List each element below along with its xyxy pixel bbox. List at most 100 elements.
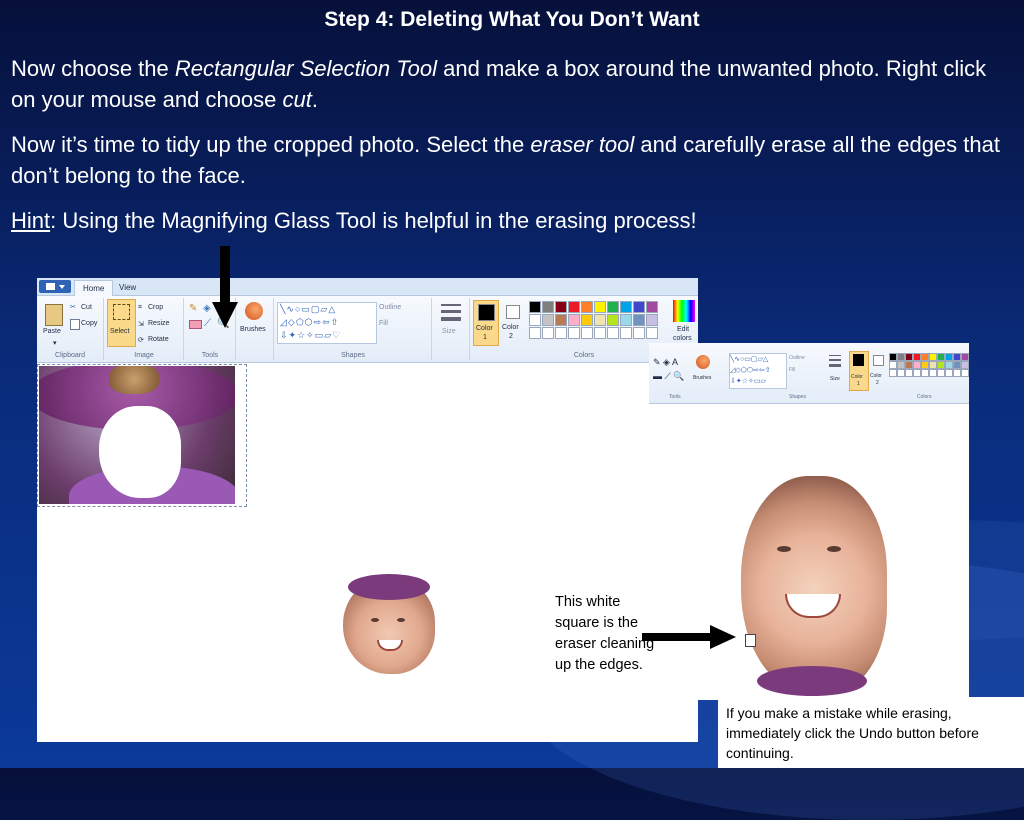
shapes-gallery[interactable]: ╲∿○▭▢▱△ ◿◇⬠⬡⇨⇦⇧ ⇩✦☆✧▭▱♡ [277, 302, 377, 344]
palette-swatch[interactable] [937, 361, 945, 369]
zoom-color1-button[interactable]: Color 1 [849, 351, 869, 391]
select-icon [113, 304, 130, 320]
zoom-shapes-gallery[interactable]: ╲∿○▭▢▱△ ◿◇⬠⬡⇨⇦⇧ ⇩✦☆✧▭▱ [729, 353, 787, 389]
color-picker-icon[interactable]: ⟋ [204, 318, 211, 329]
palette-swatch[interactable] [897, 361, 905, 369]
palette-swatch[interactable] [905, 353, 913, 361]
palette-swatch[interactable] [913, 361, 921, 369]
palette-swatch[interactable] [568, 301, 580, 313]
zoom-brushes-button[interactable]: Brushes [693, 375, 711, 381]
palette-swatch[interactable] [961, 361, 969, 369]
palette-swatch[interactable] [607, 314, 619, 326]
empty-swatch[interactable] [913, 369, 921, 377]
palette-swatch[interactable] [961, 353, 969, 361]
tab-home[interactable]: Home [74, 280, 114, 296]
select-button[interactable]: Select [107, 299, 136, 347]
palette-swatch[interactable] [945, 353, 953, 361]
empty-swatch[interactable] [889, 369, 897, 377]
cut-face-image[interactable] [343, 574, 435, 674]
palette-swatch[interactable] [953, 361, 961, 369]
color1-label: Color [476, 325, 493, 332]
zoom-outline-dropdown[interactable]: Outline [789, 355, 805, 361]
empty-swatch[interactable] [897, 369, 905, 377]
palette-swatch[interactable] [937, 353, 945, 361]
palette-swatch[interactable] [646, 301, 658, 313]
empty-swatch[interactable] [568, 327, 580, 339]
palette-swatch[interactable] [905, 361, 913, 369]
palette-swatch[interactable] [953, 353, 961, 361]
outline-dropdown[interactable]: Outline [379, 304, 401, 311]
pencil-icon[interactable]: ✎ [189, 303, 197, 314]
rotate-button[interactable]: Rotate [148, 336, 169, 343]
drawing-canvas[interactable] [37, 363, 698, 742]
empty-swatch[interactable] [529, 327, 541, 339]
empty-swatch[interactable] [542, 327, 554, 339]
palette-swatch[interactable] [929, 361, 937, 369]
size-button[interactable]: Size [442, 328, 456, 335]
brush-icon[interactable] [696, 355, 710, 369]
palette-swatch[interactable] [542, 301, 554, 313]
color2-button[interactable]: Color 2 [501, 300, 525, 344]
brush-icon[interactable] [245, 302, 263, 320]
empty-swatch[interactable] [646, 327, 658, 339]
palette-swatch[interactable] [945, 361, 953, 369]
edit-colors-button-line2[interactable]: colors [673, 335, 692, 342]
copy-button[interactable]: Copy [81, 320, 97, 327]
zoom-size-button[interactable]: Size [830, 376, 840, 382]
palette-swatch[interactable] [568, 314, 580, 326]
empty-swatch[interactable] [953, 369, 961, 377]
palette-swatch[interactable] [633, 314, 645, 326]
palette-swatch[interactable] [921, 361, 929, 369]
palette-swatch[interactable] [913, 353, 921, 361]
tab-view[interactable]: View [111, 280, 144, 295]
paste-button[interactable]: Paste [43, 328, 61, 335]
palette-swatch[interactable] [897, 353, 905, 361]
paint-menu-button[interactable] [39, 280, 71, 293]
palette-swatch[interactable] [620, 314, 632, 326]
empty-swatch[interactable] [620, 327, 632, 339]
palette-swatch[interactable] [529, 301, 541, 313]
empty-swatch[interactable] [607, 327, 619, 339]
edit-colors-button[interactable]: Edit [677, 326, 689, 333]
palette-swatch[interactable] [607, 301, 619, 313]
palette-swatch[interactable] [594, 301, 606, 313]
palette-swatch[interactable] [581, 314, 593, 326]
empty-swatch[interactable] [937, 369, 945, 377]
brushes-button[interactable]: Brushes [240, 326, 266, 333]
palette-swatch[interactable] [633, 301, 645, 313]
empty-swatch[interactable] [555, 327, 567, 339]
palette-swatch[interactable] [555, 301, 567, 313]
palette-swatch[interactable] [929, 353, 937, 361]
empty-swatch[interactable] [961, 369, 969, 377]
empty-swatch[interactable] [594, 327, 606, 339]
fill-bucket-icon[interactable]: ◈ [203, 303, 211, 314]
empty-swatch[interactable] [945, 369, 953, 377]
palette-swatch[interactable] [921, 353, 929, 361]
paste-icon[interactable] [45, 304, 63, 326]
palette-swatch[interactable] [555, 314, 567, 326]
empty-swatch[interactable] [905, 369, 913, 377]
palette-swatch[interactable] [594, 314, 606, 326]
palette-swatch[interactable] [889, 361, 897, 369]
palette-swatch[interactable] [529, 314, 541, 326]
empty-swatch[interactable] [581, 327, 593, 339]
empty-swatch[interactable] [929, 369, 937, 377]
palette-swatch[interactable] [889, 353, 897, 361]
empty-swatch[interactable] [921, 369, 929, 377]
zoom-fill-dropdown[interactable]: Fill [789, 367, 795, 373]
resize-button[interactable]: Resize [148, 320, 169, 327]
fill-dropdown[interactable]: Fill [379, 320, 388, 327]
edit-colors-icon[interactable] [673, 300, 695, 322]
crop-button[interactable]: Crop [148, 304, 163, 311]
empty-swatch[interactable] [633, 327, 645, 339]
palette-swatch[interactable] [646, 314, 658, 326]
palette-swatch[interactable] [542, 314, 554, 326]
cut-button[interactable]: Cut [81, 304, 92, 311]
color1-button[interactable]: Color 1 [473, 300, 499, 346]
zoom-color2-button[interactable]: Color 2 [870, 351, 886, 389]
zoomed-face-image [741, 476, 887, 696]
rectangular-selection[interactable] [37, 364, 247, 507]
palette-swatch[interactable] [581, 301, 593, 313]
eraser-icon[interactable] [189, 320, 202, 329]
palette-swatch[interactable] [620, 301, 632, 313]
